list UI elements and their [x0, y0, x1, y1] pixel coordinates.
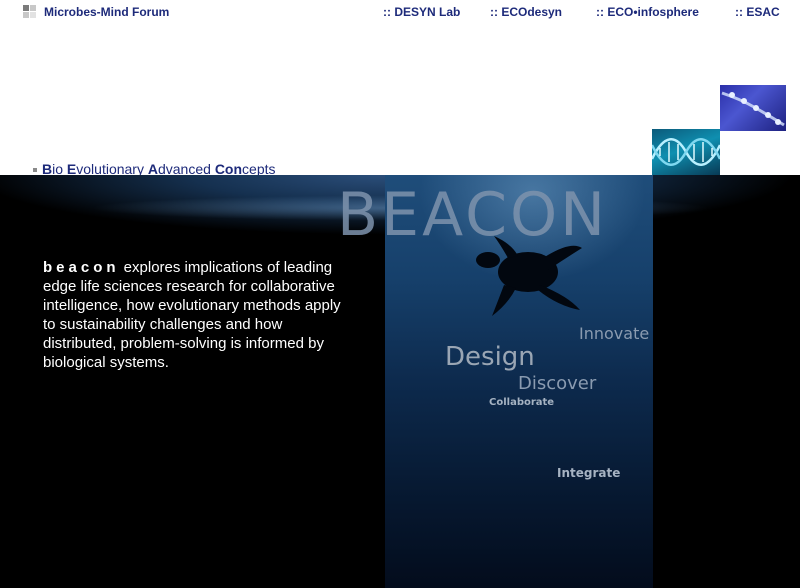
word-innovate: Innovate	[579, 324, 650, 343]
beacon-keyword: beacon	[43, 259, 120, 276]
word-design: Design	[445, 342, 535, 372]
nav-eco-infosphere[interactable]: :: ECO•infosphere	[596, 5, 699, 19]
hero-description: beacon explores implications of leading …	[43, 258, 343, 372]
word-discover: Discover	[518, 373, 597, 394]
turtle-silhouette	[476, 236, 582, 316]
dna-helix-image	[652, 129, 720, 175]
top-bar: Microbes-Mind Forum :: DESYN Lab :: ECOd…	[0, 0, 800, 26]
nav-ecodesyn[interactable]: :: ECOdesyn	[490, 5, 562, 19]
nav-desyn-lab[interactable]: :: DESYN Lab	[383, 5, 460, 19]
word-integrate: Integrate	[557, 466, 621, 480]
nav-esac[interactable]: :: ESAC	[735, 5, 780, 19]
bullet-icon	[33, 168, 37, 173]
site-title-link[interactable]: Microbes-Mind Forum	[44, 5, 169, 19]
logo-squares-icon	[23, 5, 37, 19]
abstract-blue-image	[720, 85, 786, 131]
word-collaborate: Collaborate	[489, 397, 555, 408]
